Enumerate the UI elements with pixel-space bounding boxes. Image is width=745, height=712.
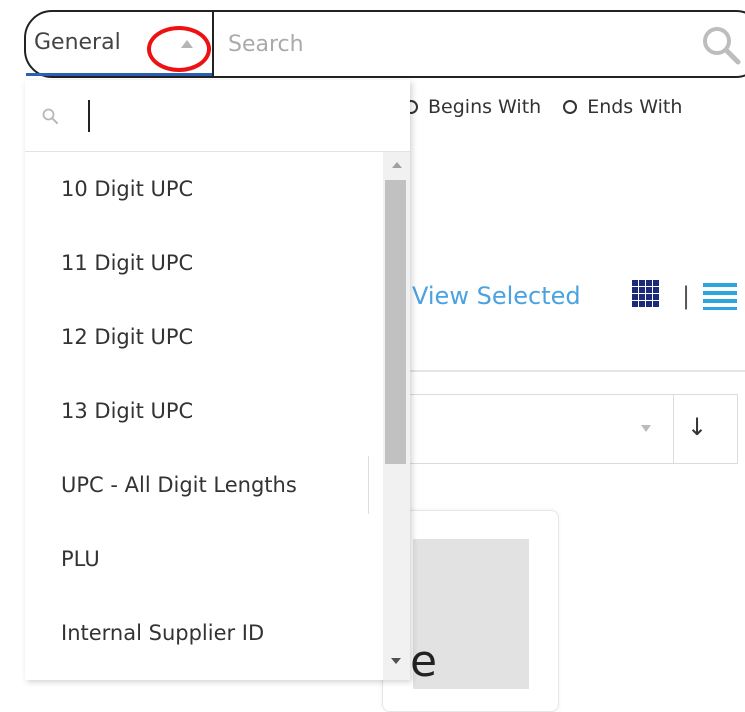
category-label: General bbox=[34, 30, 121, 55]
scroll-down-icon[interactable] bbox=[391, 658, 401, 664]
option-upc-all-lengths[interactable]: UPC - All Digit Lengths bbox=[25, 448, 383, 522]
grid-view-icon[interactable] bbox=[632, 280, 660, 308]
scroll-thumb[interactable] bbox=[385, 180, 406, 464]
text-cursor bbox=[88, 100, 90, 132]
scroll-up-icon[interactable] bbox=[392, 162, 402, 168]
radio-circle-icon[interactable] bbox=[563, 100, 578, 114]
option-internal-supplier-id[interactable]: Internal Supplier ID bbox=[25, 596, 383, 670]
list-view-icon[interactable] bbox=[703, 282, 737, 310]
sort-select[interactable]: ↓ bbox=[408, 394, 738, 464]
match-options: Begins With Ends With bbox=[404, 96, 694, 118]
radio-option-ends[interactable]: Ends With bbox=[563, 96, 682, 118]
radio-label: Ends With bbox=[587, 96, 683, 118]
view-selected-link[interactable]: View Selected bbox=[412, 282, 581, 310]
option-11-digit-upc[interactable]: 11 Digit UPC bbox=[25, 226, 383, 300]
search-icon bbox=[42, 108, 58, 124]
option-10-digit-upc[interactable]: 10 Digit UPC bbox=[25, 152, 383, 226]
caret-down-icon[interactable] bbox=[641, 425, 651, 432]
option-plu[interactable]: PLU bbox=[25, 522, 383, 596]
search-bar: General Search bbox=[24, 10, 745, 78]
option-13-digit-upc[interactable]: 13 Digit UPC bbox=[25, 374, 383, 448]
search-input[interactable]: Search bbox=[228, 32, 304, 57]
radio-option-begins[interactable]: Begins With bbox=[404, 96, 541, 118]
option-12-digit-upc[interactable]: 12 Digit UPC bbox=[25, 300, 383, 374]
dropdown-search[interactable] bbox=[25, 80, 410, 152]
highlight-circle bbox=[147, 26, 211, 72]
view-separator: | bbox=[682, 282, 691, 310]
category-dropdown: 10 Digit UPC 11 Digit UPC 12 Digit UPC 1… bbox=[25, 80, 410, 680]
search-divider bbox=[212, 12, 214, 76]
radio-label: Begins With bbox=[428, 96, 542, 118]
sort-divider bbox=[673, 395, 674, 463]
section-divider bbox=[408, 370, 745, 372]
product-title-fragment: e bbox=[410, 636, 438, 687]
search-icon[interactable] bbox=[700, 24, 742, 66]
category-select[interactable]: General bbox=[26, 12, 212, 76]
dropdown-scrollbar[interactable] bbox=[383, 152, 410, 680]
sort-direction-button[interactable]: ↓ bbox=[687, 413, 707, 441]
dropdown-options: 10 Digit UPC 11 Digit UPC 12 Digit UPC 1… bbox=[25, 152, 383, 680]
